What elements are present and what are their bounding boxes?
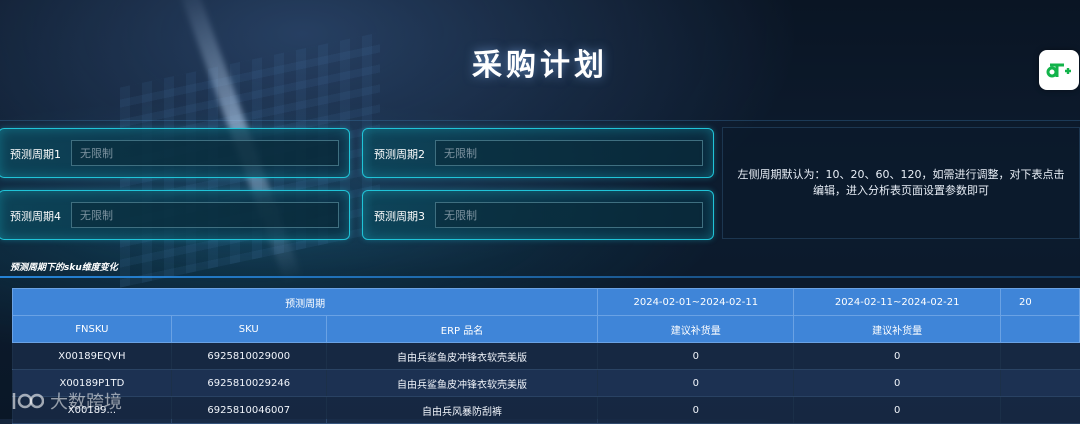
watermark-text: 大数跨境 <box>50 392 122 413</box>
period-header-2: 2024-02-11~2024-02-21 <box>793 288 1002 316</box>
sku-forecast-table: 预测周期 2024-02-01~2024-02-11 2024-02-11~20… <box>11 288 1080 424</box>
column-header-replenishment-2[interactable]: 建议补货量 <box>793 315 1002 343</box>
replenishment-cell: 0 <box>793 369 1001 397</box>
replenishment-cell <box>1000 396 1080 424</box>
column-header-sku[interactable]: SKU <box>170 315 327 343</box>
sku-cell: 6925810029246 <box>170 369 327 397</box>
forecast-period-4-card: 预测周期4 <box>0 190 350 240</box>
fork-plus-icon <box>1046 63 1071 78</box>
table-row[interactable]: X00189EQVH 6925810029000 自由兵鲨鱼皮冲锋衣软壳美版 0… <box>12 342 1080 370</box>
forecast-period-2-label: 预测周期2 <box>374 148 425 161</box>
section-title: 预测周期下的sku维度变化 <box>10 263 118 273</box>
period-help-note: 左侧周期默认为：10、20、60、120，如需进行调整，对下表点击编辑，进入分析… <box>722 127 1080 239</box>
forecast-period-1-card: 预测周期1 <box>0 128 350 178</box>
replenishment-cell: 0 <box>793 342 1001 370</box>
forecast-period-3-label: 预测周期3 <box>374 210 425 223</box>
erp-name-cell: 自由兵风暴防刮裤 <box>325 396 598 424</box>
forecast-period-group-header: 预测周期 <box>11 288 599 316</box>
column-header-replenishment-1[interactable]: 建议补货量 <box>597 315 795 343</box>
brand-logo-icon <box>12 393 44 409</box>
section-divider <box>0 276 1080 278</box>
replenishment-cell: 0 <box>597 342 794 370</box>
table-row[interactable]: X00189P1TD 6925810029246 自由兵鲨鱼皮冲锋衣软壳美版 0… <box>12 369 1080 397</box>
forecast-period-1-input[interactable] <box>71 140 339 166</box>
period-help-text: 左侧周期默认为：10、20、60、120，如需进行调整，对下表点击编辑，进入分析… <box>737 168 1065 197</box>
sku-cell: 6925810046007 <box>170 396 327 424</box>
replenishment-cell: 0 <box>597 369 794 397</box>
replenishment-cell: 0 <box>597 396 794 424</box>
app-shortcut-button[interactable] <box>1039 50 1079 90</box>
sku-cell: 6925810029000 <box>170 342 327 370</box>
column-header-replenishment-3 <box>1000 315 1080 343</box>
column-header-erp-name[interactable]: ERP 品名 <box>325 315 599 343</box>
fnsku-cell: X00189EQVH <box>12 342 172 370</box>
replenishment-cell: 0 <box>793 396 1001 424</box>
table-row[interactable]: X00189... 6925810046007 自由兵风暴防刮裤 0 0 <box>12 396 1080 424</box>
forecast-period-4-label: 预测周期4 <box>10 210 61 223</box>
erp-name-cell: 自由兵鲨鱼皮冲锋衣软壳美版 <box>325 342 598 370</box>
period-header-3: 20 <box>1000 288 1080 316</box>
erp-name-cell: 自由兵鲨鱼皮冲锋衣软壳美版 <box>325 369 598 397</box>
period-header-1: 2024-02-01~2024-02-11 <box>597 288 795 316</box>
replenishment-cell <box>1000 369 1080 397</box>
forecast-period-3-input[interactable] <box>435 202 703 228</box>
page-title: 采购计划 <box>472 48 608 83</box>
forecast-period-4-input[interactable] <box>71 202 339 228</box>
forecast-period-1-label: 预测周期1 <box>10 148 61 161</box>
forecast-period-2-input[interactable] <box>435 140 703 166</box>
column-header-fnsku[interactable]: FNSKU <box>12 315 172 343</box>
watermark: 大数跨境 <box>10 388 122 414</box>
replenishment-cell <box>1000 342 1080 370</box>
forecast-period-2-card: 预测周期2 <box>362 128 714 178</box>
forecast-period-3-card: 预测周期3 <box>362 190 714 240</box>
